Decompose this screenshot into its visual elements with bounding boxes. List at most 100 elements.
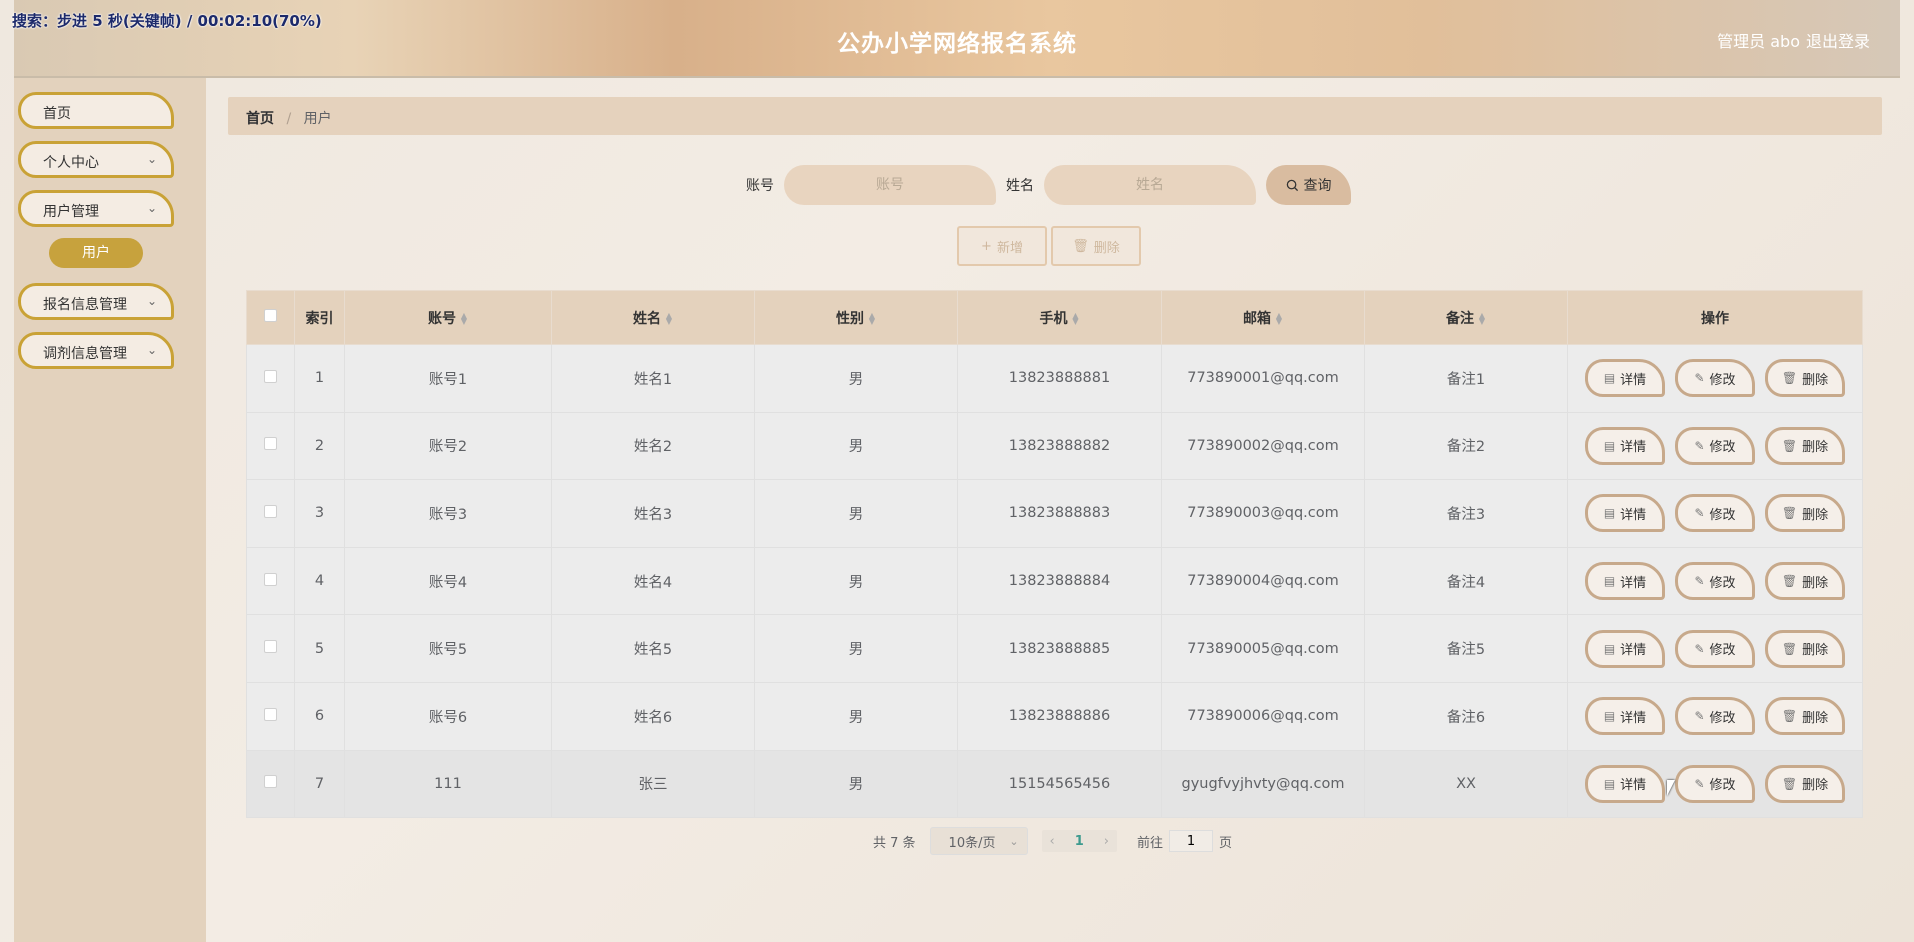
- sidebar-item-personal-center[interactable]: 个人中心 ⌄: [18, 141, 174, 178]
- edit-button[interactable]: ✎ 修改: [1675, 426, 1755, 465]
- delete-button[interactable]: 🗑 删除: [1765, 562, 1845, 601]
- edit-button[interactable]: ✎ 修改: [1675, 494, 1755, 533]
- cell-index: 1: [294, 344, 345, 413]
- detail-button-label: 详情: [1620, 575, 1647, 591]
- cell-email: 773890006@qq.com: [1161, 681, 1365, 751]
- row-select-cell: [246, 479, 295, 548]
- edit-button[interactable]: ✎ 修改: [1675, 629, 1755, 668]
- edit-button[interactable]: ✎ 修改: [1675, 764, 1755, 803]
- table-row: 3 账号3 姓名3 男 13823888883 773890003@qq.com 备注3 ▤ 详…: [246, 479, 1863, 548]
- prev-page-icon[interactable]: ‹: [1050, 834, 1055, 849]
- detail-button[interactable]: ▤ 详情: [1585, 494, 1665, 533]
- goto-suffix: 页: [1219, 835, 1233, 851]
- delete-button[interactable]: 🗑 删除: [1765, 697, 1845, 736]
- edit-button[interactable]: ✎ 修改: [1675, 562, 1755, 601]
- sidebar-item-label: 个人中心: [43, 155, 99, 171]
- sort-icon[interactable]: ▲ ▼: [1478, 311, 1486, 325]
- name-search-input[interactable]: [1044, 165, 1256, 205]
- delete-button[interactable]: 🗑 删除: [1765, 494, 1845, 533]
- current-page-number[interactable]: 1: [1075, 834, 1084, 849]
- goto-page-input[interactable]: [1169, 830, 1214, 852]
- pencil-icon: ✎: [1694, 574, 1705, 589]
- row-checkbox[interactable]: [264, 775, 277, 789]
- document-icon: ▤: [1603, 371, 1616, 386]
- edit-button-label: 修改: [1709, 778, 1736, 794]
- document-icon: ▤: [1603, 641, 1616, 656]
- query-button[interactable]: 查询: [1266, 165, 1351, 205]
- batch-delete-button[interactable]: 🗑 删除: [1051, 226, 1141, 266]
- select-all-checkbox[interactable]: [264, 309, 277, 322]
- delete-button[interactable]: 🗑 删除: [1765, 629, 1845, 668]
- header-note[interactable]: 备注 ▲ ▼: [1364, 290, 1568, 345]
- row-checkbox[interactable]: [264, 437, 277, 451]
- row-checkbox[interactable]: [264, 640, 277, 654]
- edit-button[interactable]: ✎ 修改: [1675, 697, 1755, 736]
- name-label: 姓名: [1006, 178, 1034, 194]
- header-account[interactable]: 账号 ▲ ▼: [344, 290, 552, 345]
- row-checkbox[interactable]: [264, 572, 277, 586]
- sidebar-item-label: 首页: [43, 106, 71, 122]
- delete-button-label: 删除: [1802, 575, 1829, 591]
- goto-prefix: 前往: [1137, 835, 1164, 851]
- row-checkbox[interactable]: [264, 504, 277, 518]
- sidebar-subitem-user[interactable]: 用户: [49, 238, 143, 268]
- sort-icon[interactable]: ▲ ▼: [1072, 311, 1080, 325]
- add-button[interactable]: + 新增: [957, 226, 1047, 266]
- row-checkbox[interactable]: [264, 707, 277, 721]
- batch-delete-button-label: 删除: [1093, 240, 1120, 256]
- sort-icon[interactable]: ▲ ▼: [868, 311, 876, 325]
- sidebar-item-user-management[interactable]: 用户管理 ⌄: [18, 190, 174, 227]
- row-checkbox[interactable]: [264, 369, 277, 383]
- detail-button[interactable]: ▤ 详情: [1585, 764, 1665, 803]
- table-row: 5 账号5 姓名5 男 13823888885 773890005@qq.com 备注5 ▤ 详…: [246, 614, 1863, 683]
- cell-phone: 13823888885: [957, 614, 1162, 683]
- detail-button[interactable]: ▤ 详情: [1585, 697, 1665, 736]
- detail-button[interactable]: ▤ 详情: [1585, 426, 1665, 465]
- sidebar-item-adjustment-management[interactable]: 调剂信息管理 ⌄: [18, 332, 174, 369]
- cell-phone: 13823888883: [957, 479, 1162, 548]
- detail-button-label: 详情: [1620, 507, 1647, 523]
- recording-overlay-text: 搜索：步进 5 秒(关键帧) / 00:02:10(70%): [12, 12, 322, 30]
- cell-gender: 男: [754, 546, 958, 616]
- delete-button[interactable]: 🗑 删除: [1765, 426, 1845, 465]
- search-bar: 账号 姓名 查询: [746, 165, 1351, 205]
- account-search-input[interactable]: [784, 165, 996, 205]
- trash-icon: 🗑: [1781, 371, 1798, 386]
- delete-button[interactable]: 🗑 删除: [1765, 359, 1845, 398]
- sidebar-item-registration-management[interactable]: 报名信息管理 ⌄: [18, 283, 174, 320]
- pencil-icon: ✎: [1694, 709, 1705, 724]
- sort-icon[interactable]: ▲ ▼: [1275, 311, 1283, 325]
- next-page-icon[interactable]: ›: [1104, 834, 1109, 849]
- cell-gender: 男: [754, 749, 958, 819]
- detail-button[interactable]: ▤ 详情: [1585, 359, 1665, 398]
- delete-button-label: 删除: [1802, 372, 1829, 388]
- breadcrumb: 首页 / 用户: [228, 97, 1882, 135]
- select-all-cell: [246, 290, 295, 345]
- edit-button[interactable]: ✎ 修改: [1675, 359, 1755, 398]
- sidebar-item-home[interactable]: 首页: [18, 92, 174, 129]
- cell-phone: 13823888882: [957, 411, 1162, 481]
- chevron-down-icon: ⌄: [146, 201, 157, 215]
- delete-button[interactable]: 🗑 删除: [1765, 764, 1845, 803]
- page-size-select[interactable]: 10条/页 ⌄: [929, 827, 1028, 855]
- header-gender[interactable]: 性别 ▲ ▼: [754, 290, 958, 345]
- header-email-label: 邮箱: [1243, 310, 1271, 327]
- delete-button-label: 删除: [1802, 778, 1829, 794]
- delete-button-label: 删除: [1802, 507, 1829, 523]
- edit-button-label: 修改: [1709, 575, 1736, 591]
- table-row: 1 账号1 姓名1 男 13823888881 773890001@qq.com 备注1 ▤ 详…: [246, 344, 1863, 413]
- header-email[interactable]: 邮箱 ▲ ▼: [1161, 290, 1365, 345]
- logout-link[interactable]: 退出登录: [1806, 28, 1870, 52]
- cell-note: 备注1: [1364, 344, 1568, 413]
- sort-icon[interactable]: ▲ ▼: [460, 311, 468, 325]
- sort-icon[interactable]: ▲ ▼: [665, 311, 673, 325]
- detail-button[interactable]: ▤ 详情: [1585, 629, 1665, 668]
- breadcrumb-home[interactable]: 首页: [246, 111, 274, 127]
- header-phone[interactable]: 手机 ▲ ▼: [957, 290, 1162, 345]
- detail-button[interactable]: ▤ 详情: [1585, 562, 1665, 601]
- cell-index: 5: [294, 614, 345, 683]
- trash-icon: 🗑: [1781, 506, 1798, 521]
- row-select-cell: [246, 614, 295, 683]
- header-name[interactable]: 姓名 ▲ ▼: [551, 290, 755, 345]
- row-select-cell: [246, 344, 295, 413]
